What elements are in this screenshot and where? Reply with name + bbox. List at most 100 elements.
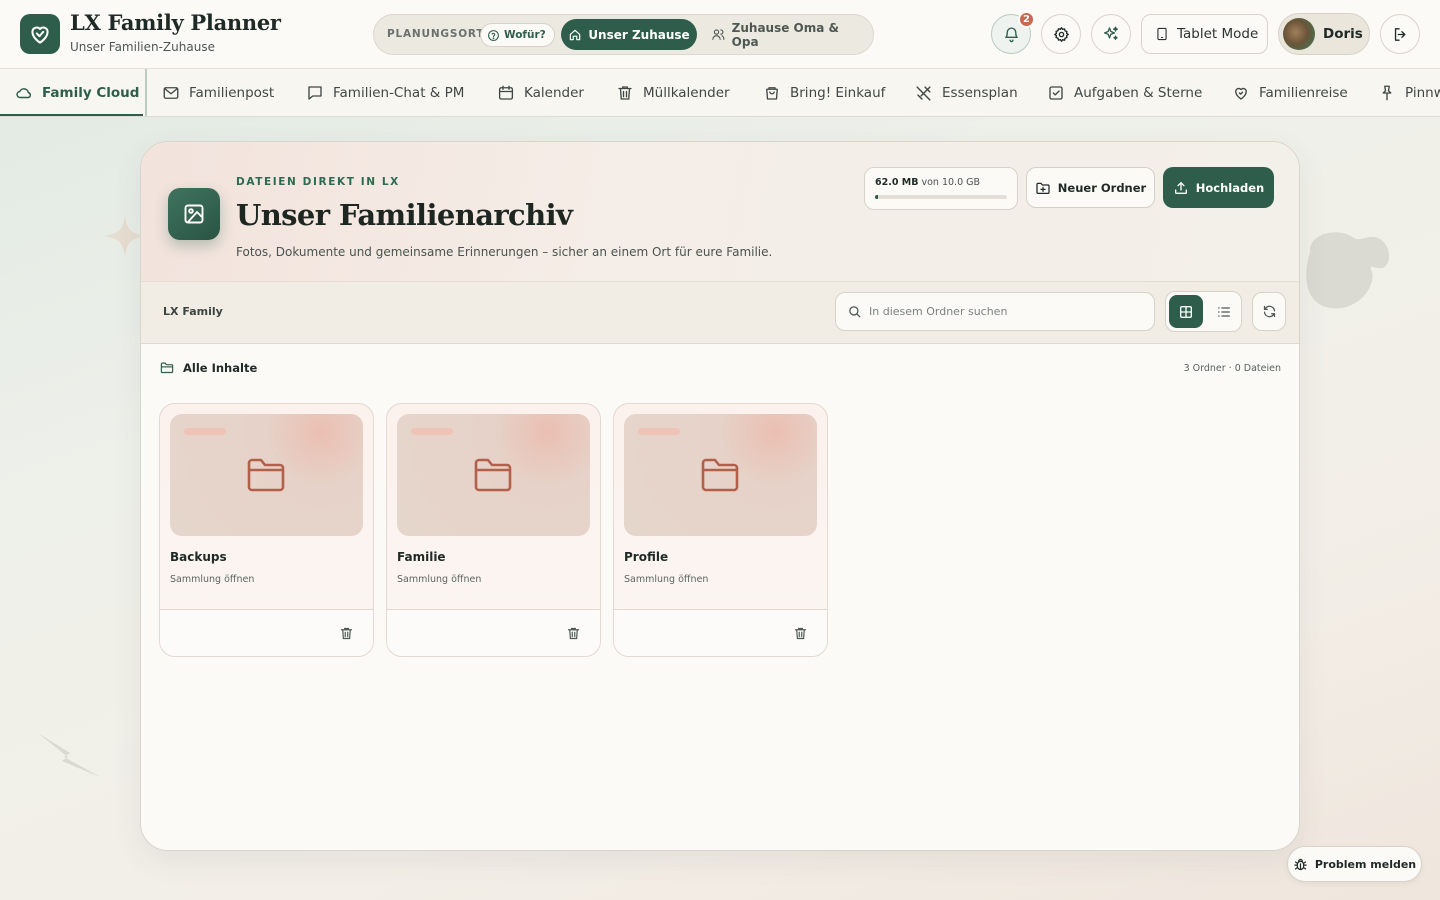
ai-assistant-button[interactable]: [1091, 14, 1131, 54]
folder-card[interactable]: Profile Sammlung öffnen: [613, 403, 828, 657]
gear-icon: [1053, 26, 1069, 42]
report-problem-button[interactable]: Problem melden: [1287, 846, 1422, 882]
nav-item-essensplan[interactable]: Essensplan: [914, 69, 1018, 116]
nav-active-indicator: [0, 114, 143, 116]
nav-item-familien-chat[interactable]: Familien-Chat & PM: [306, 69, 465, 116]
search-placeholder: In diesem Ordner suchen: [869, 305, 1008, 318]
folder-subtitle: Sammlung öffnen: [397, 574, 482, 585]
app-logo[interactable]: [20, 14, 60, 54]
checkbox-icon: [1049, 86, 1063, 100]
upload-icon: [1174, 181, 1187, 194]
delete-folder-icon[interactable]: [566, 626, 581, 641]
folder-thumbnail: [624, 414, 817, 536]
heart-icon: [1235, 87, 1247, 100]
report-problem-label: Problem melden: [1314, 857, 1417, 871]
lightning-decoration-icon: [38, 733, 100, 777]
location-option-home-label: Unser Zuhause: [588, 27, 690, 42]
folder-thumbnail: [170, 414, 363, 536]
folder-subtitle: Sammlung öffnen: [170, 574, 255, 585]
folder-tab: [411, 428, 453, 435]
avatar: [1283, 18, 1315, 50]
trash-icon: [618, 86, 632, 100]
nav-item-label: Familienpost: [189, 85, 275, 101]
app-title: LX Family Planner: [70, 10, 281, 35]
storage-progress-fill: [875, 195, 878, 199]
search-input[interactable]: In diesem Ordner suchen: [835, 292, 1155, 331]
heart-logo-icon: [31, 26, 49, 44]
view-toggle: [1165, 291, 1242, 332]
app-subtitle: Unser Familien-Zuhause: [70, 40, 215, 54]
tablet-mode-label: Tablet Mode: [1177, 26, 1259, 42]
tablet-mode-button[interactable]: Tablet Mode: [1141, 14, 1268, 54]
main-nav: Family Cloud Familienpost Familien-Chat …: [0, 68, 1440, 117]
archive-hero-icon: [168, 188, 220, 240]
location-option-grandparents[interactable]: Zuhause Oma & Opa: [711, 19, 867, 50]
nav-divider: [145, 69, 147, 116]
page-title: Unser Familienarchiv: [236, 198, 573, 232]
nav-item-bring-einkauf[interactable]: Bring! Einkauf: [763, 69, 886, 116]
refresh-icon: [1263, 305, 1275, 318]
shopping-bag-icon: [766, 87, 778, 100]
pin-icon: [1382, 85, 1392, 101]
nav-item-kalender[interactable]: Kalender: [497, 69, 584, 116]
list-view-button[interactable]: [1208, 295, 1240, 328]
storage-total: von 10.0 GB: [921, 177, 981, 188]
search-icon: [849, 306, 861, 318]
grid-icon: [1180, 305, 1192, 318]
nav-item-label: Familienreise: [1259, 85, 1348, 101]
nav-item-aufgaben[interactable]: Aufgaben & Sterne: [1047, 69, 1202, 116]
nav-item-familienpost[interactable]: Familienpost: [162, 69, 275, 116]
nav-item-label: Pinnw: [1405, 85, 1440, 101]
location-help-button[interactable]: Wofür?: [480, 23, 555, 47]
cloud-icon: [16, 88, 31, 99]
storage-usage-text: 62.0 MB von 10.0 GB: [875, 177, 1007, 188]
nav-item-label: Familien-Chat & PM: [333, 85, 465, 101]
mail-icon: [163, 87, 179, 99]
nav-item-family-cloud[interactable]: Family Cloud: [15, 69, 139, 116]
folder-footer: [614, 609, 827, 656]
archive-eyebrow: DATEIEN DIREKT IN LX: [236, 176, 400, 188]
nav-item-label: Essensplan: [942, 85, 1018, 101]
grid-view-button[interactable]: [1169, 295, 1203, 328]
calendar-icon: [498, 85, 514, 100]
list-icon: [1218, 306, 1230, 317]
delete-folder-icon[interactable]: [339, 626, 354, 641]
page-description: Fotos, Dokumente und gemeinsame Erinneru…: [236, 245, 773, 259]
tablet-icon: [1157, 27, 1167, 41]
refresh-button[interactable]: [1252, 292, 1286, 331]
folder-thumbnail: [397, 414, 590, 536]
upload-button[interactable]: Hochladen: [1163, 167, 1274, 208]
nav-item-familienreise[interactable]: Familienreise: [1232, 69, 1348, 116]
image-icon: [184, 204, 204, 224]
storage-usage: 62.0 MB von 10.0 GB: [864, 167, 1018, 210]
chat-icon: [308, 86, 322, 100]
breadcrumb[interactable]: LX Family: [163, 305, 223, 318]
logout-button[interactable]: [1380, 14, 1420, 54]
folder-plus-icon: [1036, 182, 1050, 194]
folder-subtitle: Sammlung öffnen: [624, 574, 709, 585]
bug-icon: [1294, 858, 1307, 870]
folder-card[interactable]: Backups Sammlung öffnen: [159, 403, 374, 657]
location-option-home[interactable]: Unser Zuhause: [561, 19, 697, 50]
new-folder-button[interactable]: Neuer Ordner: [1026, 167, 1155, 208]
settings-button[interactable]: [1041, 14, 1081, 54]
folder-footer: [387, 609, 600, 656]
item-counts: 3 Ordner · 0 Dateien: [1183, 363, 1281, 374]
home-icon: [570, 29, 581, 40]
nav-item-muellkalender[interactable]: Müllkalender: [616, 69, 730, 116]
nav-item-label: Bring! Einkauf: [790, 85, 886, 101]
folder-tab: [184, 428, 226, 435]
user-menu[interactable]: Doris: [1278, 13, 1370, 55]
cutlery-icon: [916, 85, 931, 101]
user-name: Doris: [1323, 26, 1363, 42]
folder-open-icon: [160, 362, 174, 374]
folder-card[interactable]: Familie Sammlung öffnen: [386, 403, 601, 657]
location-help-label: Wofür?: [504, 29, 546, 41]
delete-folder-icon[interactable]: [793, 626, 808, 641]
new-folder-label: Neuer Ordner: [1057, 180, 1147, 195]
notifications-badge: 2: [1018, 11, 1035, 28]
app-header: LX Family Planner Unser Familien-Zuhause…: [0, 0, 1440, 68]
nav-item-pinnwand[interactable]: Pinnw: [1378, 69, 1440, 116]
nav-item-label: Kalender: [524, 85, 584, 101]
folder-footer: [160, 609, 373, 656]
